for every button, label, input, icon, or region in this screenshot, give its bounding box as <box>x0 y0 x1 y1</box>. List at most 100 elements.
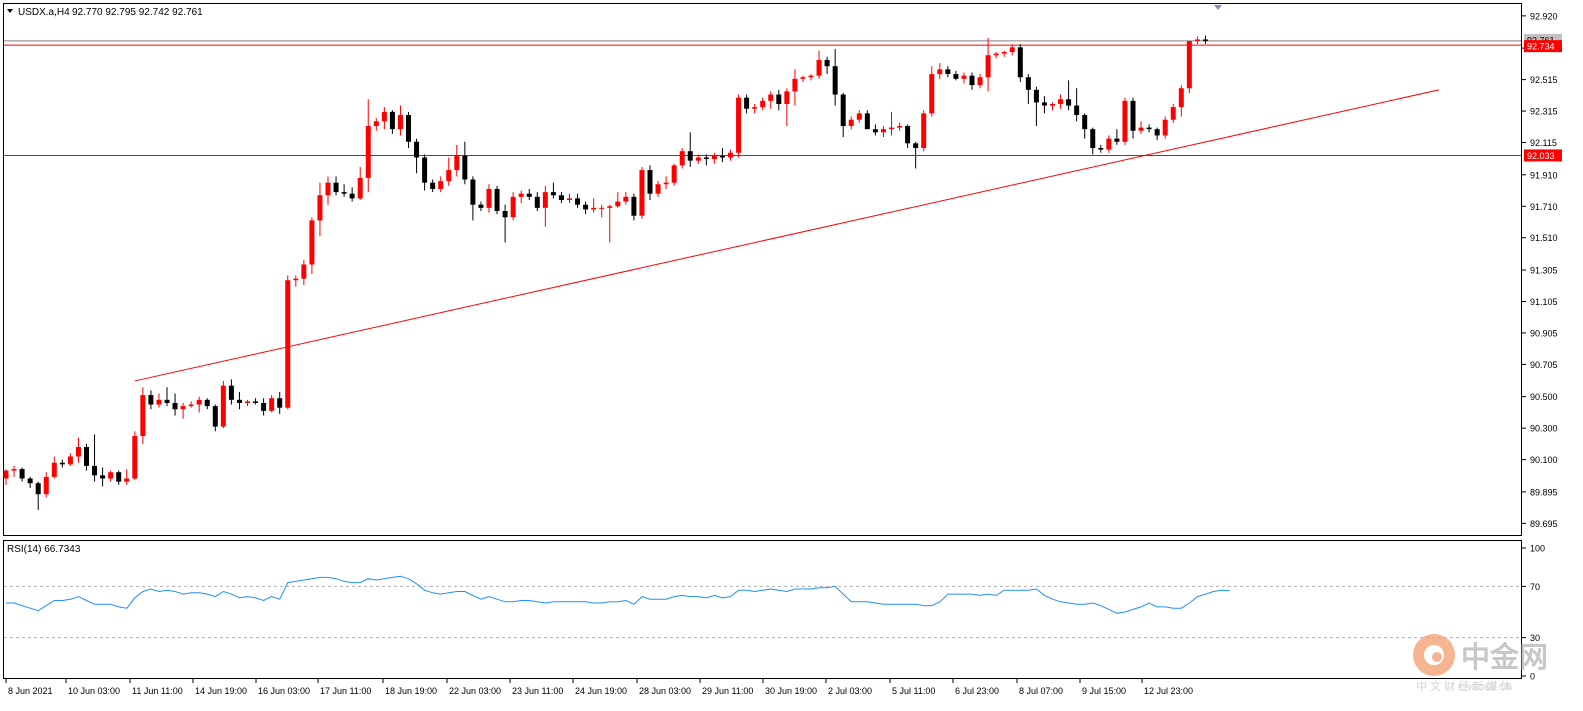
candle-body <box>969 75 975 86</box>
candle-body <box>985 55 991 78</box>
candle-body <box>848 119 854 127</box>
candle-body <box>1130 100 1136 131</box>
candle-body <box>1114 138 1120 142</box>
candle-body <box>100 475 106 479</box>
time-tick-label: 14 Jun 19:00 <box>195 686 247 696</box>
watermark-logo-text: 中金网 <box>1461 640 1548 674</box>
candle-body <box>494 188 500 211</box>
candle-body <box>1162 119 1168 136</box>
price-tick-label: 92.515 <box>1530 75 1558 85</box>
candle-body <box>277 398 283 408</box>
candle-body <box>236 399 242 403</box>
candle-body <box>768 94 774 101</box>
time-tick-label: 8 Jun 2021 <box>8 686 53 696</box>
price-tick-label: 90.705 <box>1530 360 1558 370</box>
candle-body <box>325 182 331 196</box>
candle-body <box>510 196 516 218</box>
candle-body <box>462 155 468 180</box>
candle-body <box>333 182 339 193</box>
candle-body <box>108 472 114 479</box>
price-tick-label: 91.510 <box>1530 233 1558 243</box>
candle-body <box>228 385 234 400</box>
time-tick-label: 24 Jun 19:00 <box>575 686 627 696</box>
time-tick-label: 22 Jun 03:00 <box>449 686 501 696</box>
rsi-tick-label: 100 <box>1530 544 1545 554</box>
candle-body <box>534 196 540 208</box>
candle-body <box>486 188 492 208</box>
candle-body <box>51 462 57 477</box>
price-panel[interactable] <box>3 3 1522 536</box>
rsi-label: RSI(14) 66.7343 <box>7 544 81 555</box>
time-tick-label: 5 Jul 11:00 <box>892 686 935 696</box>
candle-body <box>124 478 130 482</box>
candle-body <box>59 462 65 465</box>
candle-body <box>808 75 814 78</box>
candle-body <box>285 280 291 408</box>
candle-body <box>703 157 709 160</box>
candle-body <box>11 469 17 471</box>
candle-body <box>406 115 411 142</box>
candle-body <box>518 193 524 197</box>
candle-body <box>824 59 830 67</box>
candle-body <box>647 170 653 194</box>
rsi-tick-label: 0 <box>1530 672 1535 682</box>
candle-body <box>446 170 452 182</box>
candle-body <box>1041 102 1047 106</box>
chart-canvas[interactable]: 中金网 中 文 财 经 新 媒 体 CNGOLD.CN 92.92092.715… <box>0 0 1583 711</box>
candle-body <box>67 456 73 465</box>
price-tick-label: 90.905 <box>1530 328 1558 338</box>
candle-body <box>253 401 259 403</box>
candle-body <box>261 402 267 411</box>
candle-body <box>558 195 564 200</box>
time-tick-label: 30 Jun 19:00 <box>765 686 817 696</box>
candle-body <box>422 157 428 183</box>
candle-body <box>389 111 395 130</box>
time-tick-label: 28 Jun 03:00 <box>639 686 691 696</box>
rsi-tick-label: 30 <box>1530 633 1540 643</box>
time-tick-label: 29 Jun 11:00 <box>702 686 753 696</box>
candle-body <box>3 470 9 479</box>
time-tick-label: 23 Jun 11:00 <box>512 686 563 696</box>
candle-body <box>1138 127 1144 131</box>
candle-body <box>977 77 983 86</box>
candle-body <box>1009 47 1015 53</box>
candle-body <box>550 192 556 196</box>
candle-body <box>365 126 371 178</box>
candle-body <box>784 91 790 104</box>
candle-body <box>1170 107 1176 120</box>
price-tick-label: 91.305 <box>1530 266 1558 276</box>
candle-body <box>341 192 347 194</box>
candle-body <box>92 465 98 476</box>
price-tick-label: 91.105 <box>1530 297 1558 307</box>
candle-body <box>591 207 597 210</box>
candle-body <box>84 447 89 466</box>
price-tick-label: 90.100 <box>1530 455 1558 465</box>
candle-body <box>679 151 685 166</box>
candle-body <box>937 69 943 75</box>
candle-body <box>655 184 661 194</box>
price-tick-label: 92.920 <box>1530 11 1558 21</box>
rsi-panel[interactable] <box>3 540 1522 679</box>
support-price-label: 92.033 <box>1527 151 1555 161</box>
candle-body <box>872 129 878 133</box>
candle-body <box>728 152 733 158</box>
candle-body <box>1058 99 1064 104</box>
candle-body <box>687 151 693 161</box>
candle-body <box>430 182 436 189</box>
price-tick-label: 89.895 <box>1530 487 1558 497</box>
candle-body <box>269 398 275 411</box>
candle-body <box>864 113 870 130</box>
time-tick-label: 10 Jun 03:00 <box>68 686 120 696</box>
watermark-logo-dot-icon <box>1432 652 1442 662</box>
candle-body <box>381 111 387 122</box>
price-tick-label: 92.115 <box>1530 138 1557 148</box>
candle-body <box>1017 47 1023 78</box>
candle-body <box>397 115 403 130</box>
candle-body <box>1033 89 1039 103</box>
candle-body <box>1001 52 1007 54</box>
candle-body <box>929 74 935 114</box>
candle-body <box>454 155 460 171</box>
candle-body <box>1146 127 1152 130</box>
candle-body <box>800 77 806 79</box>
candle-body <box>897 126 903 128</box>
